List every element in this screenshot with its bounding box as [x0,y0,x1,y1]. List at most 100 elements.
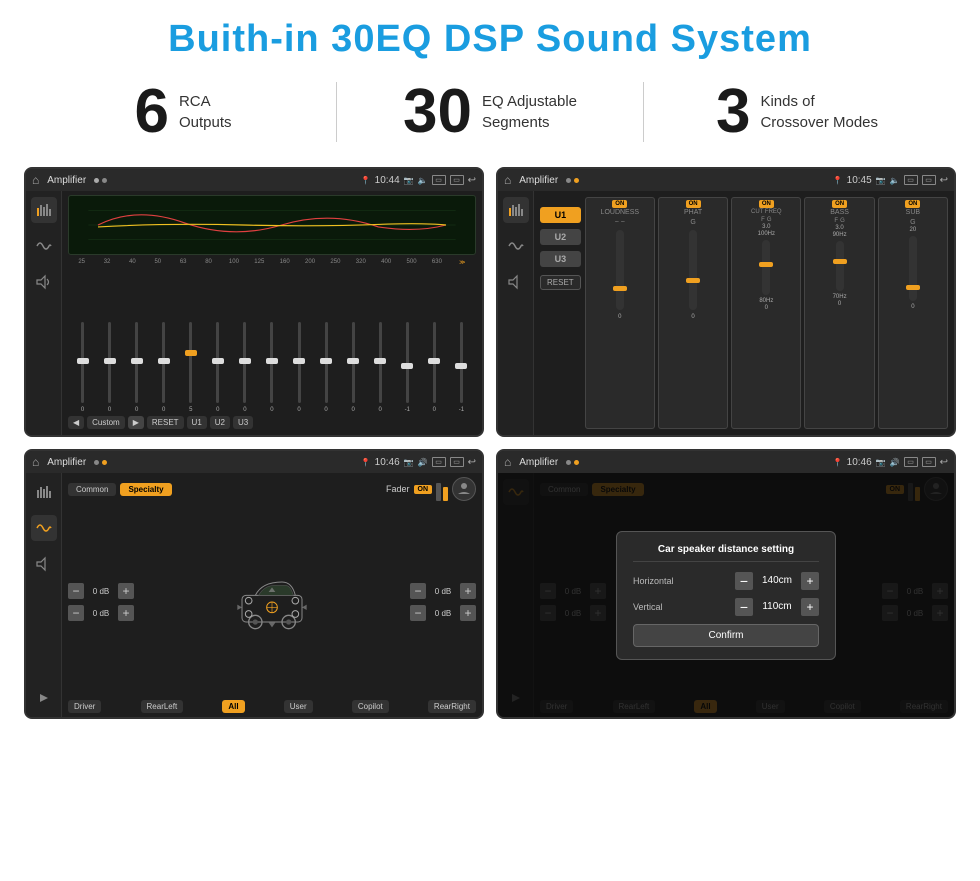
u1-btn[interactable]: U1 [540,207,581,223]
wave-side-icon-3[interactable] [31,515,57,541]
dialog-horizontal-row: Horizontal − 140cm + [633,572,819,590]
screen-icon-2: ▭ [904,175,918,185]
eq-side-icon-3[interactable] [31,479,57,505]
vertical-control: − 110cm + [735,598,819,616]
confirm-button[interactable]: Confirm [633,624,819,647]
eq-u1-btn[interactable]: U1 [187,416,207,429]
left-bottom-plus[interactable]: + [118,605,134,621]
eq-slider-9[interactable]: 0 [314,318,339,413]
pin-icon-1: 📍 [361,176,371,185]
eq-slider-11[interactable]: 0 [368,318,393,413]
rear-left-btn[interactable]: RearLeft [141,700,184,713]
unit-buttons: U1 U2 U3 RESET [540,197,581,429]
back-icon-4[interactable]: ↩ [940,457,948,468]
profile-icon[interactable] [452,477,476,501]
driver-btn[interactable]: Driver [68,700,101,713]
eq-prev-btn[interactable]: ◀ [68,416,84,429]
left-bottom-db: 0 dB [87,609,115,618]
eq-slider-3[interactable]: 0 [151,318,176,413]
cam-icon-2: 📷 [876,176,886,185]
status-dots-3 [94,460,107,465]
screen2: ⌂ Amplifier 📍 10:45 📷 🔈 ▭ ▭ ↩ [496,167,956,437]
horizontal-plus-btn[interactable]: + [801,572,819,590]
pin-icon-4: 📍 [833,458,843,467]
vol-side-icon[interactable] [31,269,57,295]
pin-icon-3: 📍 [361,458,371,467]
time-3: 10:46 [375,457,400,468]
vol-side-icon-2[interactable] [503,269,529,295]
horizontal-minus-btn[interactable]: − [735,572,753,590]
copilot-btn[interactable]: Copilot [352,700,389,713]
eq-slider-0[interactable]: 0 [70,318,95,413]
eq-slider-2[interactable]: 0 [124,318,149,413]
right-bottom-plus[interactable]: + [460,605,476,621]
eq-side-icon[interactable] [31,197,57,223]
vertical-minus-btn[interactable]: − [735,598,753,616]
back-icon-2[interactable]: ↩ [940,175,948,186]
eq-slider-10[interactable]: 0 [341,318,366,413]
wave-side-icon[interactable] [31,233,57,259]
stat-label-rca: RCAOutputs [179,91,232,133]
home-icon-4[interactable]: ⌂ [504,455,511,469]
stat-eq: 30 EQ AdjustableSegments [347,81,633,143]
rear-right-btn[interactable]: RearRight [428,700,476,713]
eq-play-btn[interactable]: ▶ [128,416,144,429]
eq-slider-13[interactable]: 0 [422,318,447,413]
dialog-overlay: Car speaker distance setting Horizontal … [498,473,954,717]
screen-icon-1: ▭ [432,175,446,185]
eq-u3-btn[interactable]: U3 [233,416,253,429]
time-2: 10:45 [847,175,872,186]
app-title-1: Amplifier [47,175,86,186]
amp-reset-btn[interactable]: RESET [540,275,581,290]
back-icon-3[interactable]: ↩ [468,457,476,468]
eq-side-icon-2[interactable] [503,197,529,223]
specialty-tab[interactable]: Specialty [120,483,171,496]
ch-phat: ON PHAT G 0 [658,197,728,429]
status-bar-1: ⌂ Amplifier 📍 10:44 📷 🔈 ▭ ▭ ↩ [26,169,482,191]
screen1-content: 253240506380100125160200250320400500630 … [26,191,482,435]
eq-slider-12[interactable]: -1 [395,318,420,413]
nav-icon-2: ▭ [922,175,936,185]
eq-slider-6[interactable]: 0 [232,318,257,413]
right-top-minus[interactable]: − [410,583,426,599]
nav-icon-3: ▭ [450,457,464,467]
left-top-minus[interactable]: − [68,583,84,599]
status-bar-2: ⌂ Amplifier 📍 10:45 📷 🔈 ▭ ▭ ↩ [498,169,954,191]
wave-side-icon-2[interactable] [503,233,529,259]
right-bottom-minus[interactable]: − [410,605,426,621]
common-tab[interactable]: Common [68,483,116,496]
expand-side-icon-3[interactable] [31,685,57,711]
u3-btn[interactable]: U3 [540,251,581,267]
app-title-3: Amplifier [47,457,86,468]
home-icon-3[interactable]: ⌂ [32,455,39,469]
ch-loudness: ON LOUDNESS ~~ 0 [585,197,655,429]
left-bottom-minus[interactable]: − [68,605,84,621]
eq-preset-btn[interactable]: Custom [87,416,125,429]
eq-slider-14[interactable]: -1 [449,318,474,413]
screens-grid: ⌂ Amplifier 📍 10:44 📷 🔈 ▭ ▭ ↩ [0,161,980,729]
eq-slider-1[interactable]: 0 [97,318,122,413]
eq-slider-7[interactable]: 0 [259,318,284,413]
eq-reset-btn[interactable]: RESET [147,416,184,429]
all-btn[interactable]: All [222,700,244,713]
eq-slider-4[interactable]: 5 [178,318,203,413]
eq-slider-5[interactable]: 0 [205,318,230,413]
back-icon-1[interactable]: ↩ [468,175,476,186]
home-icon-2[interactable]: ⌂ [504,173,511,187]
car-icon-area [140,567,404,637]
u2-btn[interactable]: U2 [540,229,581,245]
nav-icon-1: ▭ [450,175,464,185]
ch-sub: ON SUB G 20 0 [878,197,948,429]
horizontal-control: − 140cm + [735,572,819,590]
left-top-plus[interactable]: + [118,583,134,599]
home-icon-1[interactable]: ⌂ [32,173,39,187]
fader-label: Fader [386,484,410,494]
dialog-title: Car speaker distance setting [633,544,819,562]
eq-slider-8[interactable]: 0 [287,318,312,413]
eq-u2-btn[interactable]: U2 [210,416,230,429]
status-bar-4: ⌂ Amplifier 📍 10:46 📷 🔊 ▭ ▭ ↩ [498,451,954,473]
right-top-plus[interactable]: + [460,583,476,599]
vertical-plus-btn[interactable]: + [801,598,819,616]
user-btn[interactable]: User [284,700,313,713]
vol-side-icon-3[interactable] [31,551,57,577]
